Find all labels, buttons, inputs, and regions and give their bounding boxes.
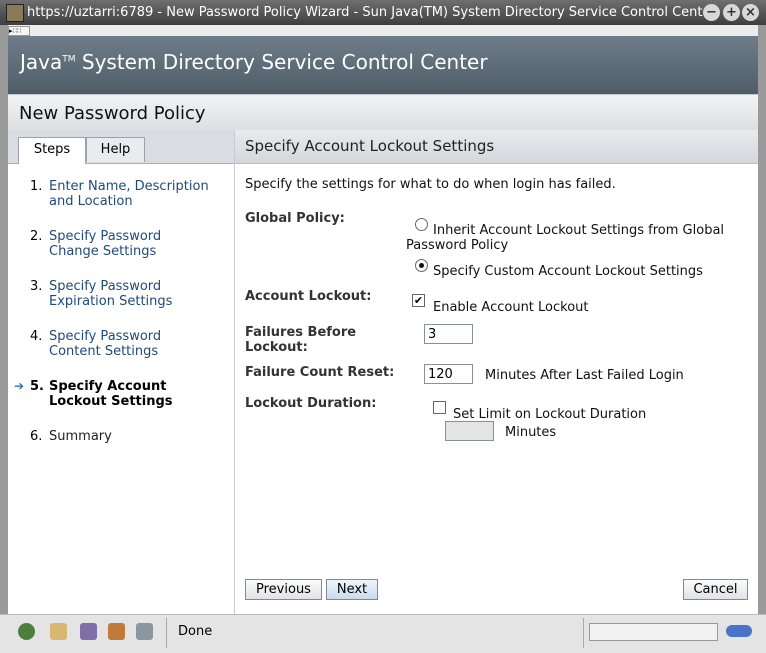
tab-bar: Steps Help	[8, 130, 234, 164]
content-header: Specify Account Lockout Settings	[235, 130, 758, 164]
page-title: New Password Policy	[19, 103, 206, 124]
lockout-duration-input[interactable]	[445, 421, 494, 441]
maximize-icon[interactable]: +	[723, 4, 740, 21]
next-button[interactable]: Next	[326, 579, 378, 600]
current-step-arrow-icon: ➔	[14, 379, 25, 393]
failures-before-lockout-label: Failures Before Lockout:	[245, 325, 357, 355]
status-separator	[583, 618, 584, 648]
wizard-steps-panel: Steps Help 1. Enter Name, Description an…	[8, 130, 235, 614]
product-name: JavaTM System Directory Service Control …	[20, 50, 488, 74]
tab-help[interactable]: Help	[86, 137, 145, 162]
online-status-icon[interactable]	[726, 625, 752, 637]
global-policy-label: Global Policy:	[245, 211, 345, 226]
step-link[interactable]: Specify Password Expiration Settings	[49, 279, 174, 309]
composer-icon[interactable]	[80, 623, 97, 640]
content-heading: Specify Account Lockout Settings	[245, 137, 495, 155]
product-banner: JavaTM System Directory Service Control …	[8, 36, 758, 94]
mail-icon[interactable]	[50, 623, 67, 640]
step-label: Specify Account Lockout Settings	[49, 379, 173, 409]
window-frame-left	[0, 25, 8, 614]
enable-lockout-checkbox[interactable]: ✔	[412, 294, 425, 307]
failure-count-reset-input[interactable]: 120	[424, 364, 473, 384]
tab-steps[interactable]: Steps	[18, 137, 86, 164]
status-text: Done	[178, 624, 213, 639]
window-title-bar: https://uztarri:6789 - New Password Poli…	[0, 0, 766, 25]
set-limit-duration-label: Set Limit on Lockout Duration	[453, 407, 647, 422]
window-title: https://uztarri:6789 - New Password Poli…	[27, 5, 716, 20]
radio-custom-settings[interactable]	[415, 259, 428, 272]
enable-lockout-label: Enable Account Lockout	[433, 300, 589, 315]
radio-custom-label: Specify Custom Account Lockout Settings	[433, 264, 703, 279]
close-icon[interactable]: ×	[742, 4, 759, 21]
step-link[interactable]: Specify Password Content Settings	[49, 329, 174, 359]
radio-inherit-global[interactable]	[415, 218, 428, 231]
failures-before-lockout-input[interactable]: 3	[424, 324, 473, 344]
failure-count-reset-label: Failure Count Reset:	[245, 365, 395, 380]
grip-handle-icon[interactable]: ▸∷∷	[8, 26, 30, 36]
toolbar-grip[interactable]: ▸∷∷	[8, 25, 758, 36]
account-lockout-label: Account Lockout:	[245, 289, 372, 304]
progress-meter	[589, 623, 718, 641]
intro-text: Specify the settings for what to do when…	[245, 177, 616, 192]
address-book-icon[interactable]	[108, 623, 125, 640]
lockout-duration-suffix: Minutes	[505, 425, 557, 440]
status-separator	[166, 618, 167, 648]
page-header: New Password Policy	[8, 94, 758, 131]
failure-count-reset-suffix: Minutes After Last Failed Login	[485, 368, 684, 383]
previous-button[interactable]: Previous	[245, 579, 322, 600]
wizard-content-panel: Specify Account Lockout Settings Specify…	[235, 130, 758, 614]
app-icon	[6, 4, 24, 22]
step-label: Summary	[49, 429, 112, 444]
step-link[interactable]: Enter Name, Description and Location	[49, 179, 229, 209]
set-limit-duration-checkbox[interactable]	[433, 401, 446, 414]
radio-inherit-label-line2: Password Policy	[406, 238, 509, 253]
radio-inherit-label: Inherit Account Lockout Settings from Gl…	[433, 223, 725, 238]
window-frame-right	[758, 25, 766, 614]
status-bar: Done	[0, 614, 766, 653]
irc-chat-icon[interactable]	[136, 623, 153, 640]
globe-icon[interactable]	[18, 623, 35, 640]
cancel-button[interactable]: Cancel	[683, 579, 748, 600]
step-link[interactable]: Specify Password Change Settings	[49, 229, 174, 259]
minimize-icon[interactable]: −	[703, 4, 720, 21]
lockout-duration-label: Lockout Duration:	[245, 396, 377, 411]
